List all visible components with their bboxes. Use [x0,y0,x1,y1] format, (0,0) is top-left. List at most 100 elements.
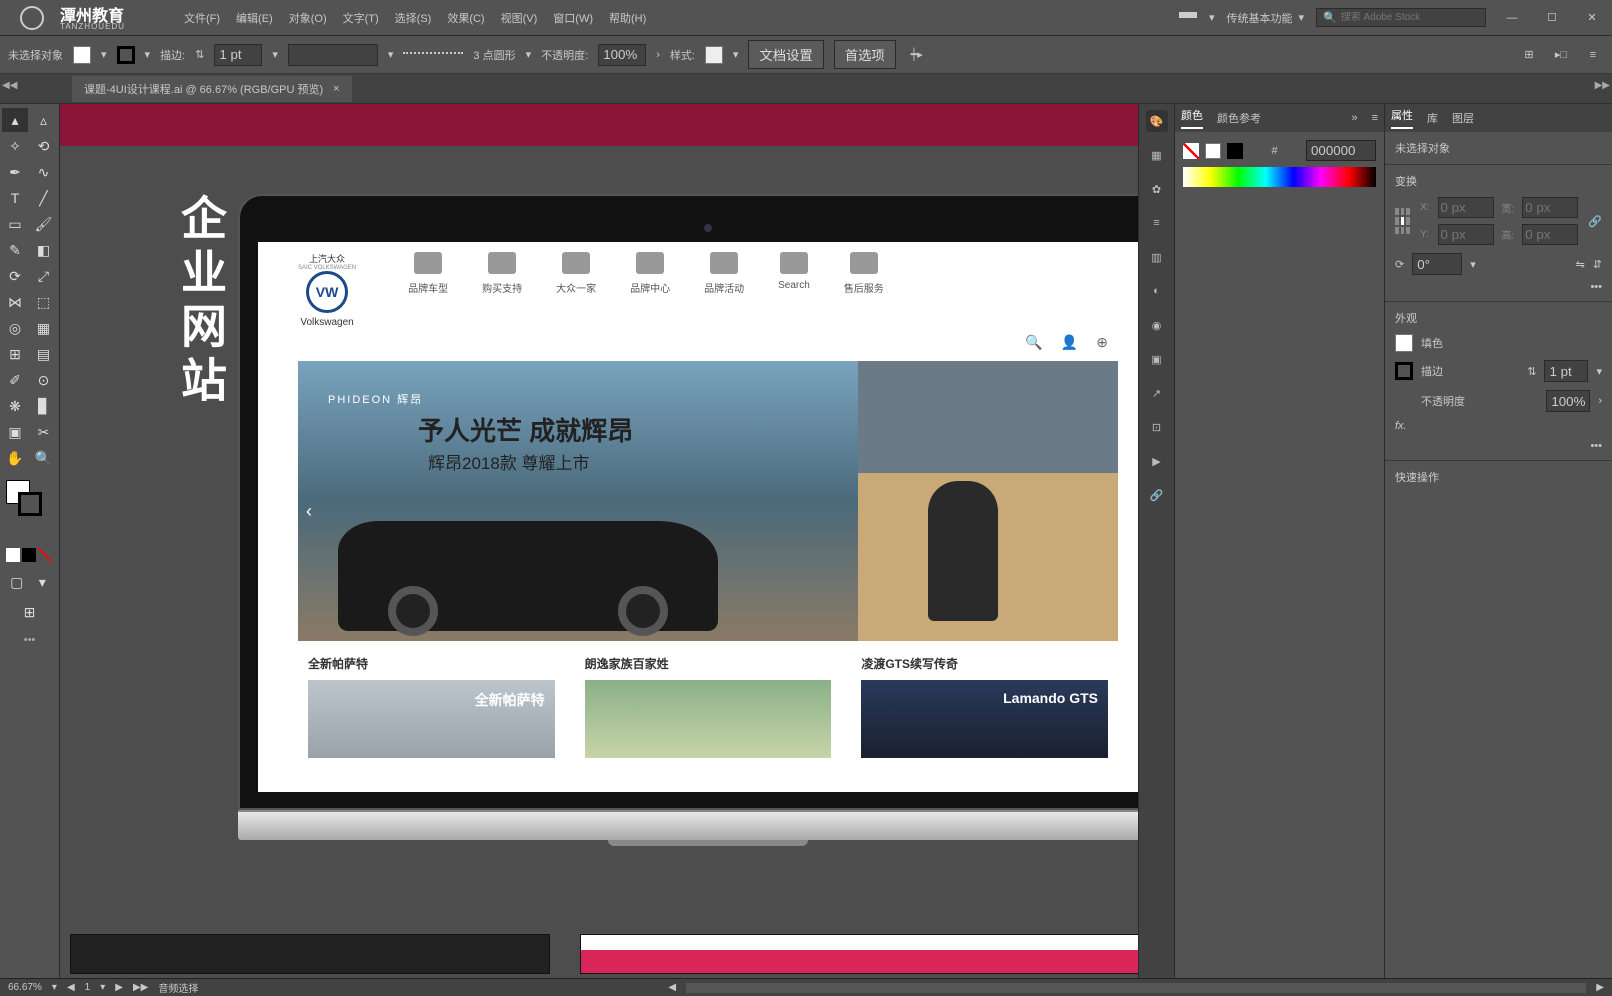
document-tab[interactable]: 课题-4UI设计课程.ai @ 66.67% (RGB/GPU 预览) × [72,76,352,102]
style-swatch[interactable] [705,46,723,64]
stroke-panel-icon[interactable]: ≡ [1146,212,1168,234]
opacity-input[interactable] [598,44,646,66]
symbols-icon[interactable]: ✿ [1146,178,1168,200]
chevron-down-icon[interactable]: ▾ [1209,11,1215,24]
symbol-sprayer-tool[interactable]: ❋ [2,394,28,418]
minimize-button[interactable]: — [1498,8,1526,28]
canvas[interactable]: 企业网站 上汽大众 SAIC VOLKSWAGEN VW Volkswagen … [60,104,1138,978]
reference-point[interactable] [1395,208,1410,234]
prefs-button[interactable]: 首选项 [834,40,896,69]
menu-window[interactable]: 窗口(W) [547,6,599,30]
white-swatch[interactable] [1205,143,1221,159]
fx-label[interactable]: fx. [1395,420,1407,432]
fill-swatch-prop[interactable] [1395,334,1413,352]
fill-swatch[interactable] [73,46,91,64]
opacity-flyout-icon[interactable]: › [656,49,660,61]
links-icon[interactable]: 🔗 [1146,484,1168,506]
tab-layers[interactable]: 图层 [1452,110,1474,126]
zoom-tool[interactable]: 🔍 [31,446,57,470]
graphic-styles-icon[interactable]: ▣ [1146,348,1168,370]
selection-tool[interactable]: ▴ [2,108,28,132]
gradient-mode[interactable] [22,548,36,562]
x-input[interactable] [1438,197,1494,218]
graph-tool[interactable]: ▊ [31,394,57,418]
tab-properties[interactable]: 属性 [1391,107,1413,129]
stroke-swatch-prop[interactable] [1395,362,1413,380]
opacity-val-input[interactable] [1546,390,1590,412]
draw-mode[interactable]: ▢ [6,570,28,594]
fill-stroke-control[interactable] [2,478,57,522]
menu-help[interactable]: 帮助(H) [603,6,652,30]
screen-mode[interactable]: ▾ [32,570,54,594]
menu-object[interactable]: 对象(O) [283,6,333,30]
menu-type[interactable]: 文字(T) [337,6,385,30]
tab-color-guide[interactable]: 颜色参考 [1217,110,1261,126]
search-input[interactable] [1341,12,1471,23]
artboard-num[interactable]: 1 [85,982,91,993]
angle-input[interactable] [1412,253,1462,275]
doc-setup-button[interactable]: 文档设置 [748,40,823,69]
maximize-button[interactable]: ☐ [1538,8,1566,28]
black-swatch[interactable] [1227,143,1243,159]
menu-select[interactable]: 选择(S) [389,6,438,30]
panel-menu-icon[interactable]: ≡ [1372,112,1378,124]
edit-toolbar[interactable]: ⊞ [17,600,43,624]
line-tool[interactable]: ╱ [31,186,57,210]
stroke-width-input[interactable] [214,44,262,66]
y-input[interactable] [1438,224,1494,245]
align-icon[interactable]: ┿▸ [906,44,928,66]
appearance-icon[interactable]: ◉ [1146,314,1168,336]
export-icon[interactable]: ↗ [1146,382,1168,404]
flip-h-icon[interactable]: ⇋ [1576,258,1585,271]
asset-export-icon[interactable]: ⊡ [1146,416,1168,438]
w-input[interactable] [1522,197,1578,218]
close-button[interactable]: ✕ [1578,8,1606,28]
artboard-tool[interactable]: ▣ [2,420,28,444]
opacity-flyout-icon[interactable]: › [1598,395,1602,407]
h-input[interactable] [1522,224,1578,245]
perspective-tool[interactable]: ▦ [31,316,57,340]
nav-prev-icon[interactable]: ◀ [67,982,75,993]
pen-tool[interactable]: ✒ [2,160,28,184]
rectangle-tool[interactable]: ▭ [2,212,28,236]
stroke-stepper-icon[interactable]: ⇅ [195,48,204,61]
flip-v-icon[interactable]: ⇵ [1593,258,1602,271]
shape-builder-tool[interactable]: ◎ [2,316,28,340]
stroke-indicator[interactable] [18,492,42,516]
eraser-tool[interactable]: ◧ [31,238,57,262]
menu-effect[interactable]: 效果(C) [441,6,490,30]
shaper-tool[interactable]: ✎ [2,238,28,262]
eyedropper-tool[interactable]: ✐ [2,368,28,392]
lasso-tool[interactable]: ⟲ [31,134,57,158]
stock-search[interactable]: 🔍 [1316,8,1486,27]
panel-collapse-icon[interactable]: » [1351,112,1357,124]
collapse-right-icon[interactable]: ▶▶ [1595,80,1610,91]
gradient-panel-icon[interactable]: ▥ [1146,246,1168,268]
toolbar-more-icon[interactable]: ••• [2,634,57,646]
magic-wand-tool[interactable]: ✧ [2,134,28,158]
direct-selection-tool[interactable]: ▵ [31,108,57,132]
collapse-left-icon[interactable]: ◀◀ [2,80,17,91]
curvature-tool[interactable]: ∿ [31,160,57,184]
free-transform-tool[interactable]: ⬚ [31,290,57,314]
isolate-icon[interactable]: ▸□ [1550,44,1572,66]
action-icon[interactable]: ▶ [1146,450,1168,472]
zoom-level[interactable]: 66.67% [8,982,42,993]
nav-last-icon[interactable]: ▶▶ [133,982,148,993]
swatches-icon[interactable]: ▦ [1146,144,1168,166]
gradient-tool[interactable]: ▤ [31,342,57,366]
more-options-icon[interactable]: ••• [1590,281,1602,293]
slice-tool[interactable]: ✂ [31,420,57,444]
scroll-right-icon[interactable]: ▶ [1596,982,1604,993]
tab-libraries[interactable]: 库 [1427,110,1438,126]
stroke-stepper-icon[interactable]: ⇅ [1527,365,1536,378]
color-spectrum[interactable] [1183,167,1376,187]
workspace-switcher[interactable]: 传统基本功能▾ [1226,10,1304,26]
type-tool[interactable]: T [2,186,28,210]
scroll-left-icon[interactable]: ◀ [668,982,676,993]
menu-file[interactable]: 文件(F) [178,6,226,30]
hand-tool[interactable]: ✋ [2,446,28,470]
mesh-tool[interactable]: ⊞ [2,342,28,366]
tab-close-icon[interactable]: × [333,83,339,95]
layout-icon[interactable] [1179,12,1197,24]
